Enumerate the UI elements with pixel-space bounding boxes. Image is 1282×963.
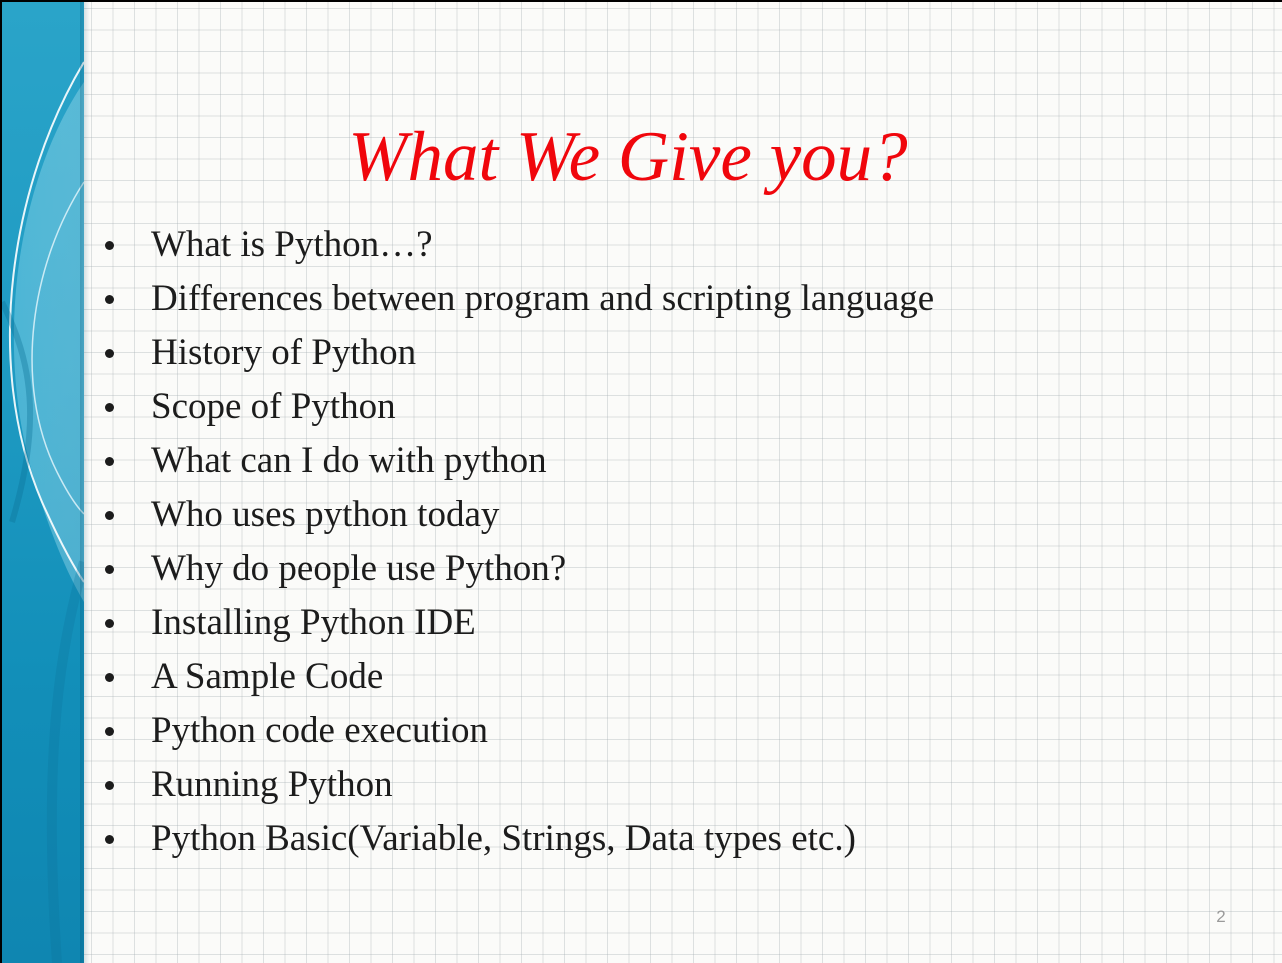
- bullet-dot-icon: [105, 781, 114, 790]
- bullet-item: Installing Python IDE: [100, 596, 1200, 650]
- slide: What We Give you? What is Python…? Diffe…: [2, 2, 1282, 963]
- bullet-dot-icon: [105, 673, 114, 682]
- bullet-text: Why do people use Python?: [151, 548, 567, 589]
- bullet-item: Python Basic(Variable, Strings, Data typ…: [100, 812, 1200, 866]
- bullet-text: Python code execution: [151, 710, 489, 751]
- bullet-dot-icon: [105, 835, 114, 844]
- bullet-item: Why do people use Python?: [100, 542, 1200, 596]
- bullet-item: Differences between program and scriptin…: [100, 272, 1200, 326]
- bullet-text: Differences between program and scriptin…: [151, 278, 935, 319]
- bullet-text: Python Basic(Variable, Strings, Data typ…: [151, 818, 856, 859]
- bullet-item: Running Python: [100, 758, 1200, 812]
- bullet-item: Scope of Python: [100, 380, 1200, 434]
- bullet-text: A Sample Code: [151, 656, 384, 697]
- bullet-text: Scope of Python: [151, 386, 396, 427]
- bullet-item: History of Python: [100, 326, 1200, 380]
- bullet-dot-icon: [105, 295, 114, 304]
- bullet-dot-icon: [105, 349, 114, 358]
- bullet-dot-icon: [105, 457, 114, 466]
- bullet-item: A Sample Code: [100, 650, 1200, 704]
- bullet-text: What is Python…?: [151, 224, 433, 265]
- page-number: 2: [1216, 907, 1226, 926]
- bullet-item: Python code execution: [100, 704, 1200, 758]
- bullet-dot-icon: [105, 403, 114, 412]
- bullet-dot-icon: [105, 241, 114, 250]
- bullet-list: What is Python…? Differences between pro…: [100, 218, 1200, 866]
- bullet-item: What can I do with python: [100, 434, 1200, 488]
- bullet-item: What is Python…?: [100, 218, 1200, 272]
- bullet-dot-icon: [105, 565, 114, 574]
- bullet-text: What can I do with python: [151, 440, 547, 481]
- bullet-dot-icon: [105, 619, 114, 628]
- bullet-dot-icon: [105, 511, 114, 520]
- bullet-text: Who uses python today: [151, 494, 500, 535]
- bullet-dot-icon: [105, 727, 114, 736]
- bullet-text: History of Python: [151, 332, 417, 373]
- slide-title: What We Give you?: [348, 118, 908, 196]
- bullet-text: Running Python: [151, 764, 393, 805]
- bullet-text: Installing Python IDE: [151, 602, 476, 643]
- bullet-item: Who uses python today: [100, 488, 1200, 542]
